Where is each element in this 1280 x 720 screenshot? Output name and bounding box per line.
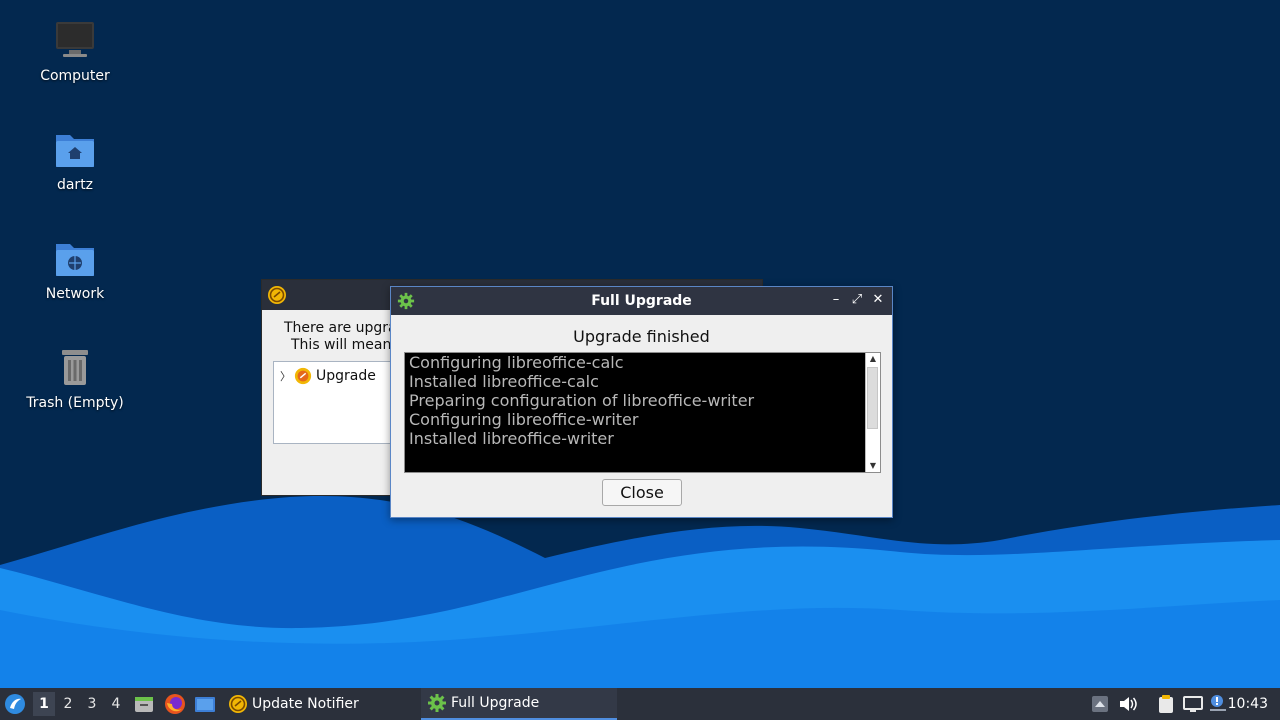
volume-icon bbox=[1120, 697, 1137, 711]
desktop-icon-label: Trash (Empty) bbox=[26, 395, 124, 411]
desktop: Computer dartz Network Trash (Empty) The… bbox=[0, 0, 1280, 688]
update-notifier-message-line2: This will mean bbox=[291, 337, 392, 353]
tray-notification[interactable] bbox=[1209, 688, 1227, 720]
monitor-icon bbox=[56, 22, 94, 57]
task-label: Update Notifier bbox=[252, 696, 359, 712]
log-line: Configuring libreoffice-writer bbox=[409, 410, 639, 429]
maximize-button[interactable]: ⤢ bbox=[848, 291, 866, 309]
task-update-notifier[interactable]: Update Notifier bbox=[226, 688, 416, 720]
tree-item-upgrade[interactable]: 〉 Upgrade bbox=[280, 367, 376, 385]
task-label: Full Upgrade bbox=[451, 695, 540, 711]
desktop-icon-label: Computer bbox=[40, 68, 110, 84]
network-icon bbox=[1183, 696, 1203, 712]
start-menu-button[interactable] bbox=[4, 688, 28, 720]
log-line: Installed libreoffice-calc bbox=[409, 372, 599, 391]
notification-info-icon bbox=[1210, 695, 1226, 711]
workspace-1[interactable]: 1 bbox=[33, 692, 55, 716]
tray-volume[interactable] bbox=[1118, 688, 1138, 720]
update-notifier-icon bbox=[268, 286, 286, 304]
tray-clipboard[interactable] bbox=[1156, 688, 1176, 720]
network-folder-icon bbox=[56, 244, 94, 276]
scroll-down-arrow-icon[interactable]: ▼ bbox=[866, 460, 880, 472]
upgrade-icon bbox=[294, 367, 312, 385]
file-manager-icon bbox=[135, 697, 153, 712]
launcher-show-desktop[interactable] bbox=[194, 688, 216, 720]
update-notifier-icon bbox=[229, 695, 247, 713]
desktop-icon-trash[interactable]: Trash (Empty) bbox=[15, 345, 135, 411]
scrollbar-thumb[interactable] bbox=[867, 367, 878, 429]
log-lines: Configuring libreoffice-calc Installed l… bbox=[409, 353, 864, 448]
full-upgrade-window[interactable]: Full Upgrade – ⤢ ✕ Upgrade finished Conf… bbox=[390, 286, 893, 518]
trash-icon bbox=[62, 350, 88, 385]
tray-network[interactable] bbox=[1183, 688, 1203, 720]
desktop-icon-computer[interactable]: Computer bbox=[15, 18, 135, 84]
desktop-icon bbox=[195, 697, 215, 712]
upgrade-status-text: Upgrade finished bbox=[573, 327, 710, 346]
full-upgrade-titlebar[interactable]: Full Upgrade – ⤢ ✕ bbox=[391, 287, 892, 315]
close-button[interactable]: Close bbox=[602, 479, 682, 506]
launcher-firefox[interactable] bbox=[164, 688, 186, 720]
workspace-3[interactable]: 3 bbox=[81, 692, 103, 716]
clipboard-icon bbox=[1159, 695, 1173, 713]
home-folder-icon bbox=[56, 135, 94, 167]
tree-item-label: Upgrade bbox=[316, 368, 376, 384]
window-title: Full Upgrade bbox=[591, 293, 692, 309]
log-line: Installed libreoffice-writer bbox=[409, 429, 614, 448]
desktop-icon-network[interactable]: Network bbox=[15, 236, 135, 302]
tray-arrow-icon bbox=[1092, 696, 1108, 712]
close-window-button[interactable]: ✕ bbox=[869, 291, 887, 309]
workspace-4[interactable]: 4 bbox=[105, 692, 127, 716]
upgrade-log[interactable]: Configuring libreoffice-calc Installed l… bbox=[404, 352, 881, 473]
update-notifier-message-line1: There are upgra bbox=[284, 320, 397, 336]
desktop-icon-label: dartz bbox=[56, 177, 94, 193]
scroll-up-arrow-icon[interactable]: ▲ bbox=[866, 353, 880, 365]
lubuntu-logo-icon bbox=[5, 694, 25, 714]
task-full-upgrade[interactable]: Full Upgrade bbox=[421, 688, 617, 720]
clock[interactable]: 10:43 bbox=[1228, 688, 1268, 720]
log-line: Preparing configuration of libreoffice-w… bbox=[409, 391, 755, 410]
desktop-icon-label: Network bbox=[45, 286, 105, 302]
log-line: Configuring libreoffice-calc bbox=[409, 353, 624, 372]
workspace-2[interactable]: 2 bbox=[57, 692, 79, 716]
taskbar: 1 2 3 4 Update Notifier Full Upgrade 10:… bbox=[0, 688, 1280, 720]
tray-expand-button[interactable] bbox=[1091, 688, 1109, 720]
desktop-icon-home[interactable]: dartz bbox=[15, 127, 135, 193]
gear-icon bbox=[428, 694, 446, 712]
expand-chevron-icon[interactable]: 〉 bbox=[280, 368, 292, 384]
minimize-button[interactable]: – bbox=[827, 291, 845, 309]
launcher-file-manager[interactable] bbox=[134, 688, 154, 720]
log-scrollbar[interactable]: ▲ ▼ bbox=[865, 353, 880, 472]
firefox-icon bbox=[165, 694, 185, 714]
